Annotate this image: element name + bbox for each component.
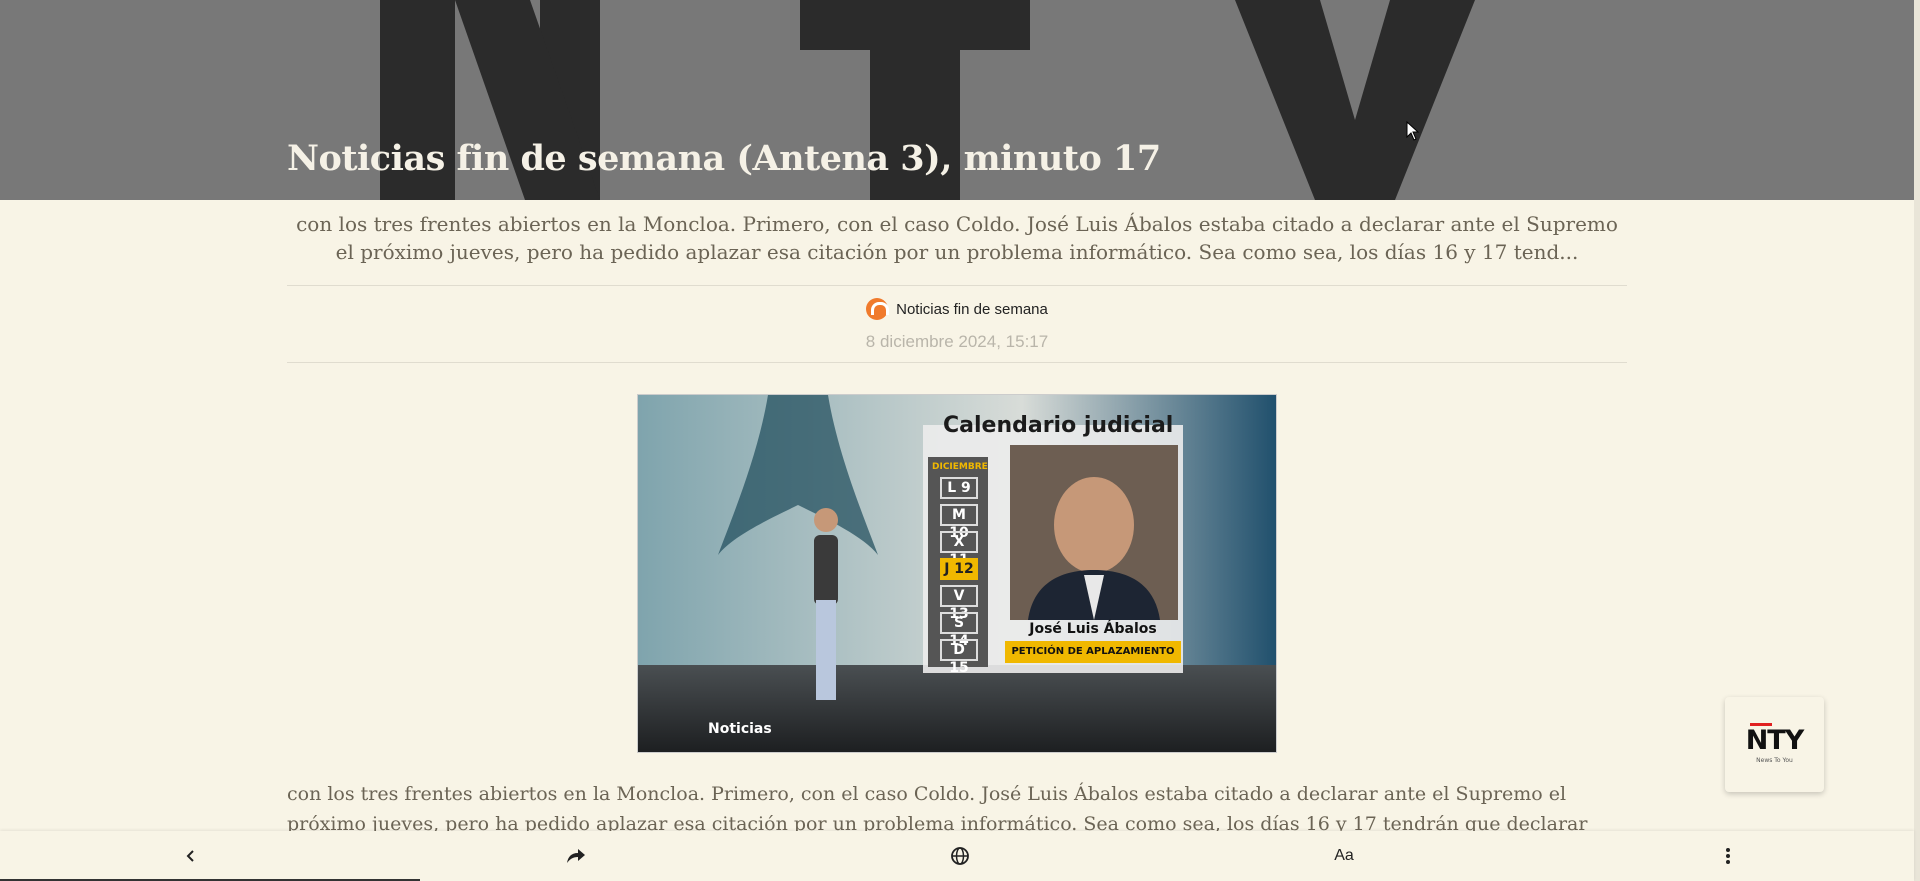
image-caption: PETICIÓN DE APLAZAMIENTO <box>1005 641 1181 663</box>
image-day: L 9 <box>940 477 978 499</box>
antena3-logo-icon <box>866 298 890 320</box>
more-vertical-icon <box>1726 848 1730 864</box>
image-person-name: José Luis Ábalos <box>1029 621 1157 637</box>
scrollbar[interactable] <box>1914 0 1920 881</box>
image-day: S 14 <box>940 612 978 649</box>
image-day: D 15 <box>940 639 978 676</box>
hero-banner: Noticias fin de semana (Antena 3), minut… <box>0 0 1914 200</box>
globe-icon <box>951 847 969 865</box>
image-day: V 13 <box>940 585 978 622</box>
translate-button[interactable] <box>930 831 990 881</box>
article-image: Calendario judicial DICIEMBRE L 9 M 10 X… <box>637 394 1277 753</box>
article-title: Noticias fin de semana (Antena 3), minut… <box>287 138 1161 179</box>
article-summary: con los tres frentes abiertos en la Monc… <box>296 212 1618 264</box>
nty-floating-button[interactable]: NTY News To You <box>1725 697 1824 792</box>
nty-tagline: News To You <box>1756 757 1793 764</box>
mouse-cursor-icon <box>1406 121 1420 141</box>
back-button[interactable] <box>161 831 221 881</box>
nty-logo: NTY <box>1745 725 1805 756</box>
image-title: Calendario judicial <box>943 413 1174 438</box>
text-size-label: Aa <box>1334 847 1354 864</box>
share-button[interactable] <box>546 831 606 881</box>
image-brand: Noticias <box>708 721 772 737</box>
image-day-active: J 12 <box>940 558 978 580</box>
source-byline[interactable]: Noticias fin de semana <box>0 298 1914 320</box>
source-name: Noticias fin de semana <box>896 300 1048 318</box>
bottom-toolbar: Aa <box>0 831 1914 881</box>
publish-date: 8 diciembre 2024, 15:17 <box>865 332 1049 351</box>
share-icon <box>567 849 585 863</box>
divider-top <box>287 285 1627 286</box>
chevron-left-icon <box>186 850 194 862</box>
image-day: M 10 <box>940 504 978 541</box>
text-size-button[interactable]: Aa <box>1314 831 1374 881</box>
more-options-button[interactable] <box>1698 831 1758 881</box>
image-day: X 11 <box>940 531 978 568</box>
divider-bottom <box>287 362 1627 363</box>
image-month: DICIEMBRE <box>932 462 988 472</box>
